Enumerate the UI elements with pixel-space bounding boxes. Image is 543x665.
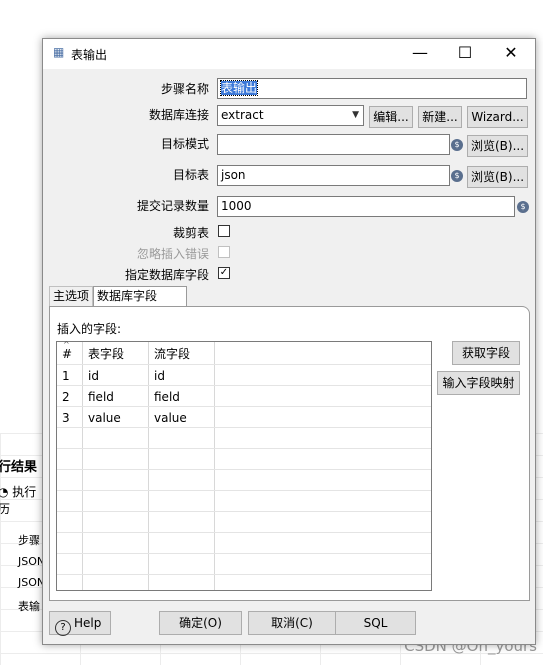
row-divider <box>57 574 431 575</box>
cell-index: 1 <box>62 369 70 383</box>
chevron-down-icon: ▼ <box>352 110 359 120</box>
row-divider <box>57 448 431 449</box>
specify-db-fields-checkbox[interactable]: ✓ <box>218 267 230 279</box>
browse-schema-button[interactable]: 浏览(B)... <box>467 135 528 157</box>
tab-main-options[interactable]: 主选项 <box>49 286 93 306</box>
cell-table-field[interactable]: id <box>83 366 149 387</box>
dialog-title: 表输出 <box>71 48 108 62</box>
cell-table-field[interactable]: value <box>83 408 149 429</box>
fields-section-label: 插入的字段: <box>57 322 122 336</box>
db-connection-label: 数据库连接 <box>148 108 209 122</box>
row-divider <box>57 532 431 533</box>
step-name-input[interactable]: 表输出 <box>217 78 527 99</box>
tab-bar: 主选项 数据库字段 <box>49 286 529 308</box>
variable-icon: $ <box>451 170 463 182</box>
ignore-insert-errors-checkbox[interactable] <box>218 246 230 258</box>
target-table-input[interactable]: json <box>217 165 450 186</box>
column-header-index[interactable]: # <box>57 342 83 364</box>
results-row: 表输 <box>18 600 40 613</box>
tab-database-fields[interactable]: 数据库字段 <box>93 286 187 306</box>
field-mapping-table[interactable]: ^ # 表字段 流字段 1 id id 2 field field 3 valu… <box>56 340 432 591</box>
variable-icon: $ <box>517 201 529 213</box>
help-button[interactable]: ? Help <box>49 611 111 636</box>
db-connection-select[interactable]: extract ▼ <box>217 105 364 126</box>
cell-stream-field[interactable]: field <box>149 387 215 408</box>
new-connection-button[interactable]: 新建... <box>418 106 462 128</box>
cancel-button[interactable]: 取消(C) <box>248 611 336 635</box>
cell-stream-field[interactable]: id <box>149 366 215 387</box>
ignore-insert-errors-label: 忽略插入错误 <box>136 247 209 261</box>
results-row: 步骤 <box>18 534 40 547</box>
table-output-dialog: ▦ 表输出 — ☐ ✕ 步骤名称 表输出 数据库连接 extract ▼ 编辑.… <box>42 38 536 645</box>
get-fields-button[interactable]: 获取字段 <box>452 341 520 365</box>
target-schema-label: 目标模式 <box>160 137 209 151</box>
table-output-icon: ▦ <box>53 45 65 59</box>
target-schema-input[interactable] <box>217 134 450 155</box>
minimize-button[interactable]: — <box>397 39 443 69</box>
cell-index: 2 <box>62 390 70 404</box>
browse-table-button[interactable]: 浏览(B)... <box>467 166 528 188</box>
cell-index: 3 <box>62 411 70 425</box>
background-results-panel: 行结果 ◔ 执行历 步骤 JSON JSON 表输 <box>0 452 48 632</box>
truncate-table-checkbox[interactable] <box>218 225 230 237</box>
ok-button[interactable]: 确定(O) <box>159 611 242 635</box>
dialog-titlebar[interactable]: ▦ 表输出 — ☐ ✕ <box>43 39 535 69</box>
maximize-button[interactable]: ☐ <box>442 39 488 69</box>
cell-table-field[interactable]: field <box>83 387 149 408</box>
question-icon: ? <box>55 620 71 636</box>
truncate-table-label: 裁剪表 <box>172 226 209 240</box>
cell-stream-field[interactable]: value <box>149 408 215 429</box>
row-divider <box>57 511 431 512</box>
results-panel-title: 行结果 <box>0 460 38 475</box>
close-button[interactable]: ✕ <box>488 39 534 69</box>
commit-size-label: 提交记录数量 <box>136 199 209 213</box>
database-fields-panel: 插入的字段: ^ # 表字段 流字段 1 id id 2 field field… <box>49 306 530 601</box>
specify-db-fields-label: 指定数据库字段 <box>124 268 209 282</box>
sql-button[interactable]: SQL <box>335 611 416 635</box>
results-panel-subtitle: ◔ 执行历 <box>0 485 37 516</box>
variable-icon: $ <box>451 139 463 151</box>
row-divider <box>57 469 431 470</box>
target-table-label: 目标表 <box>172 168 209 182</box>
help-button-label: Help <box>74 616 102 630</box>
row-divider <box>57 364 431 365</box>
column-header-table-field[interactable]: 表字段 <box>83 342 149 364</box>
edit-connection-button[interactable]: 编辑... <box>369 106 413 128</box>
enter-field-mapping-button[interactable]: 输入字段映射 <box>437 371 520 395</box>
wizard-button[interactable]: Wizard... <box>467 106 528 128</box>
row-divider <box>57 553 431 554</box>
column-header-stream-field[interactable]: 流字段 <box>149 342 215 364</box>
commit-size-input[interactable]: 1000 <box>217 196 515 217</box>
step-name-label: 步骤名称 <box>160 82 209 96</box>
row-divider <box>57 490 431 491</box>
